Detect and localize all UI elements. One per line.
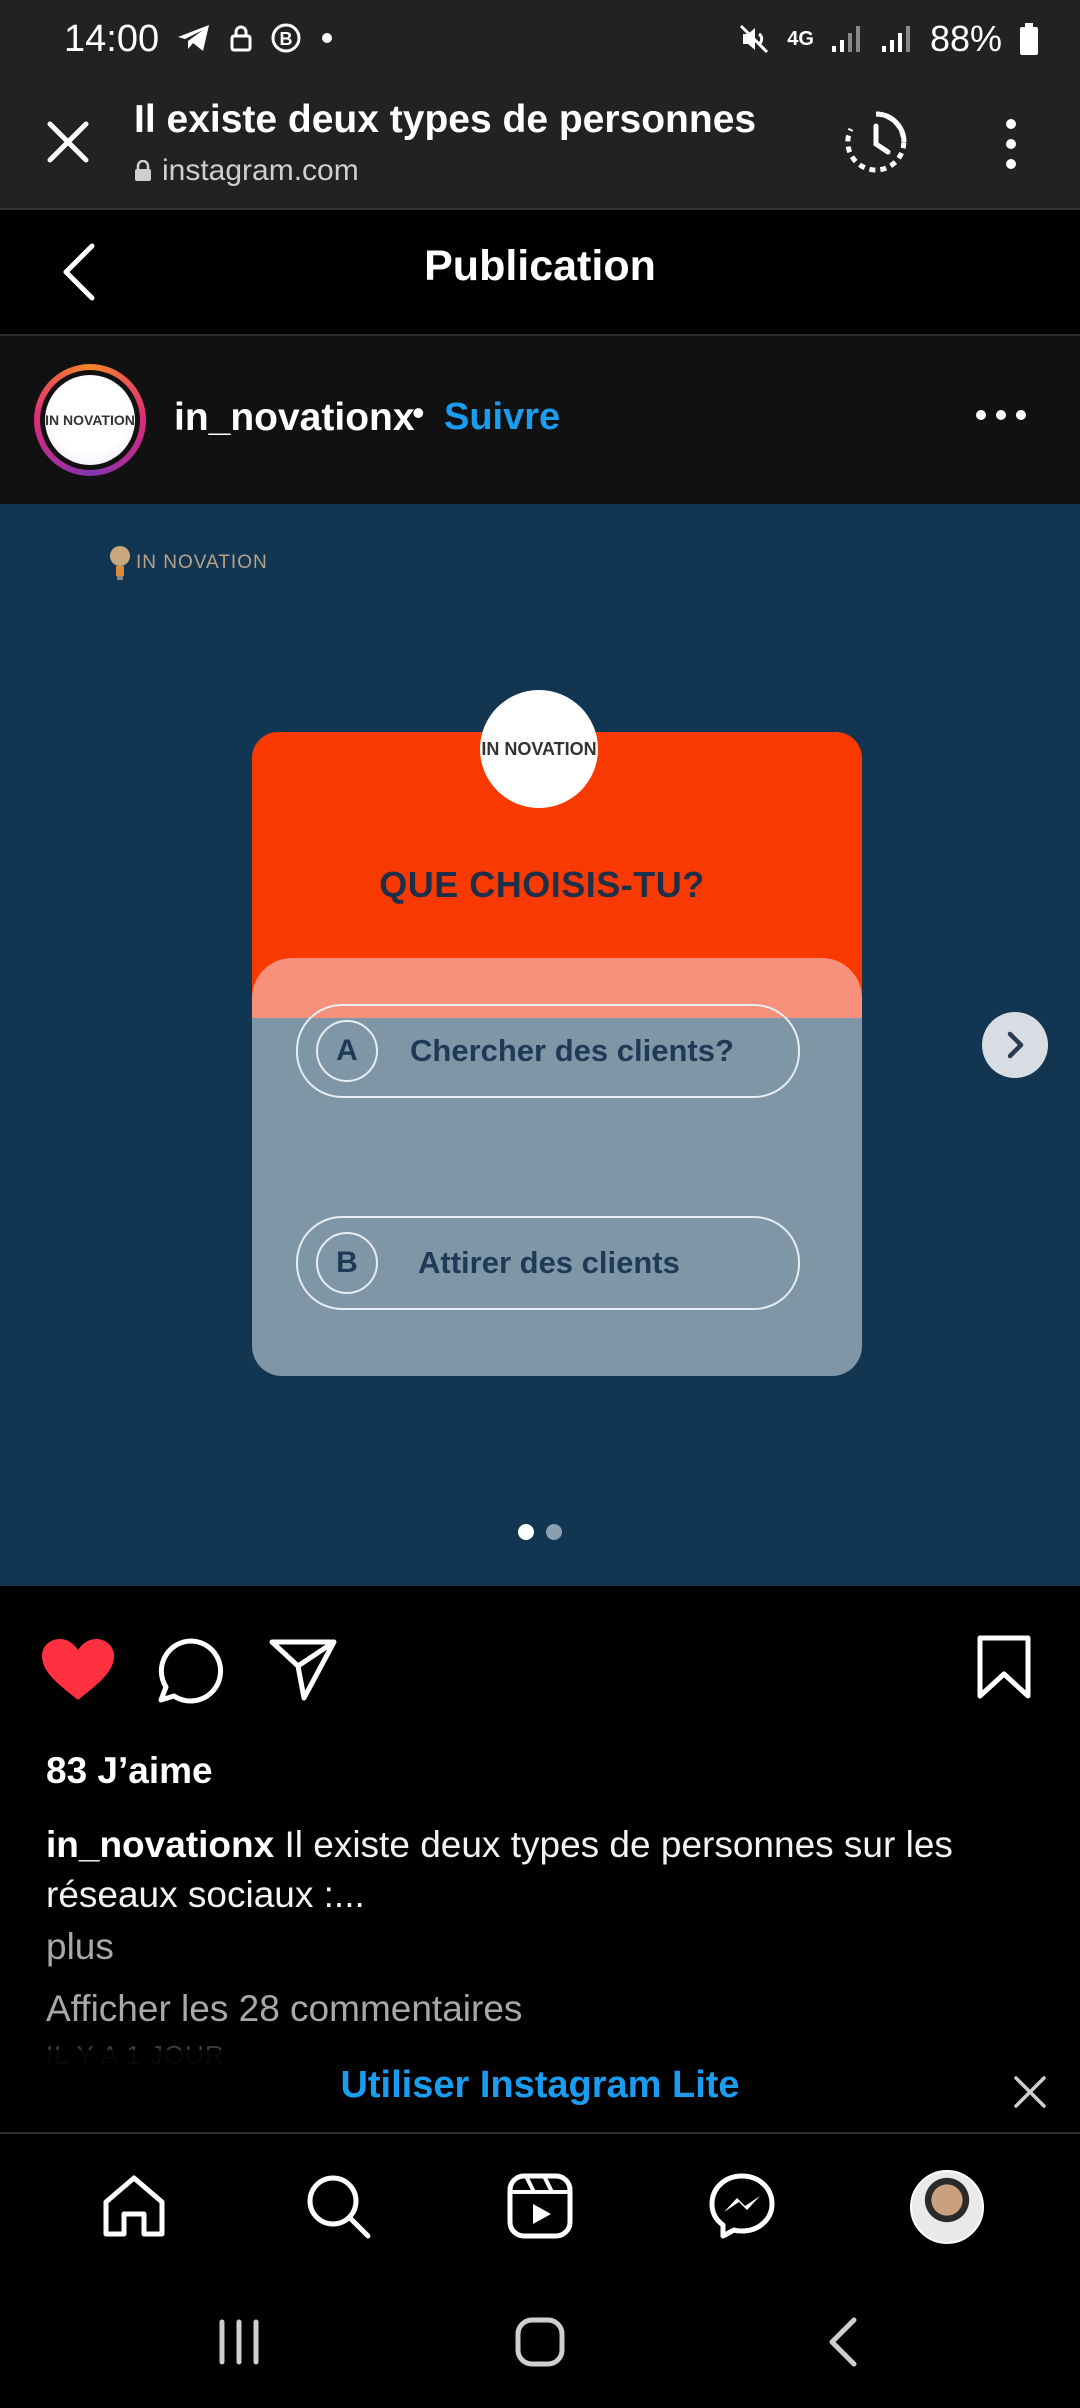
- page-title: Publication: [424, 242, 656, 290]
- avatar-logo-text: IN NOVATION: [45, 412, 135, 428]
- search-icon[interactable]: [302, 2170, 374, 2242]
- share-icon[interactable]: [268, 1636, 338, 1702]
- more-horizontal-icon[interactable]: [974, 408, 1028, 422]
- option-a: A Chercher des clients?: [296, 1004, 800, 1098]
- instagram-lite-banner: Utiliser Instagram Lite: [0, 2050, 1080, 2134]
- signal-icon: [831, 26, 860, 52]
- more-vertical-icon[interactable]: [996, 118, 1026, 170]
- post-username[interactable]: in_novationx: [174, 396, 415, 440]
- follow-button[interactable]: Suivre: [444, 396, 560, 439]
- profile-avatar[interactable]: [910, 2170, 984, 2244]
- browser-toolbar: Il existe deux types de personnes instag…: [0, 80, 1080, 210]
- battery-icon: [1020, 23, 1038, 55]
- browser-page-title: Il existe deux types de personnes: [134, 98, 757, 141]
- option-text: Attirer des clients: [418, 1245, 680, 1280]
- carousel-dot: [546, 1524, 562, 1540]
- story-ring[interactable]: IN NOVATION: [34, 364, 146, 476]
- post-header: IN NOVATION in_novationx • Suivre: [0, 336, 1080, 504]
- home-icon[interactable]: [98, 2170, 170, 2242]
- caption-username[interactable]: in_novationx: [46, 1824, 274, 1865]
- chevron-right-icon: [1007, 1031, 1024, 1059]
- comment-icon[interactable]: [156, 1636, 226, 1706]
- caption-more-link[interactable]: plus: [46, 1926, 114, 1968]
- post-image[interactable]: IN NOVATION IN NOVATION QUE CHOISIS-TU? …: [0, 504, 1080, 1586]
- view-comments-link[interactable]: Afficher les 28 commentaires: [46, 1988, 522, 2030]
- telegram-icon: [178, 25, 209, 51]
- heart-icon[interactable]: [40, 1638, 116, 1702]
- close-icon[interactable]: [40, 114, 96, 170]
- brand-watermark: IN NOVATION: [108, 544, 268, 582]
- post-actions: [0, 1620, 1080, 1720]
- avatar: IN NOVATION: [45, 375, 135, 465]
- status-time: 14:00: [64, 18, 160, 60]
- home-button-icon[interactable]: [514, 2316, 566, 2368]
- mute-icon: [740, 24, 769, 54]
- screen: 14:00 B 4G 88% Il existe deux types de p…: [0, 0, 1080, 2408]
- recent-apps-icon[interactable]: [214, 2318, 264, 2366]
- browser-url: instagram.com: [134, 154, 359, 188]
- status-bar: 14:00 B 4G 88%: [0, 0, 1080, 80]
- post-caption: in_novationx Il existe deux types de per…: [46, 1820, 1046, 1920]
- card-logo: IN NOVATION: [480, 690, 598, 808]
- battery-percent: 88%: [929, 18, 1002, 59]
- card-logo-text: IN NOVATION: [481, 738, 597, 759]
- close-icon[interactable]: [1012, 2074, 1048, 2110]
- option-b: B Attirer des clients: [296, 1216, 800, 1310]
- option-letter: B: [316, 1232, 378, 1294]
- messenger-icon[interactable]: [706, 2170, 778, 2242]
- likes-count[interactable]: 83 J’aime: [46, 1750, 213, 1792]
- separator-dot: •: [412, 392, 425, 433]
- lock-icon: [135, 160, 151, 181]
- lightbulb-icon: [110, 546, 130, 580]
- dot-icon: [322, 33, 332, 43]
- back-icon[interactable]: [826, 2316, 860, 2368]
- url-text: instagram.com: [162, 154, 359, 187]
- brand-text: IN NOVATION: [136, 552, 268, 573]
- network-type: 4G: [787, 27, 814, 50]
- history-icon[interactable]: [840, 106, 912, 178]
- card-question: QUE CHOISIS-TU?: [379, 864, 705, 905]
- lock-icon: [230, 25, 252, 52]
- carousel-indicator: [518, 1524, 562, 1540]
- bookmark-icon[interactable]: [976, 1634, 1032, 1700]
- system-navigation: [0, 2276, 1080, 2408]
- carousel-dot-active: [518, 1524, 534, 1540]
- option-letter: A: [316, 1020, 378, 1082]
- status-notification-icons: B: [176, 22, 334, 54]
- status-system-icons: 4G 88%: [737, 18, 1040, 60]
- reels-icon[interactable]: [504, 2170, 576, 2242]
- bottom-navigation: [0, 2134, 1080, 2276]
- avatar-border: IN NOVATION: [40, 370, 140, 470]
- signal-icon-2: [881, 26, 910, 52]
- option-text: Chercher des clients?: [410, 1033, 734, 1068]
- use-instagram-lite-link[interactable]: Utiliser Instagram Lite: [0, 2064, 1080, 2107]
- app-header: Publication: [0, 210, 1080, 336]
- carousel-next-button[interactable]: [982, 1012, 1048, 1078]
- b-circle-icon: B: [271, 23, 301, 53]
- svg-text:B: B: [280, 29, 293, 49]
